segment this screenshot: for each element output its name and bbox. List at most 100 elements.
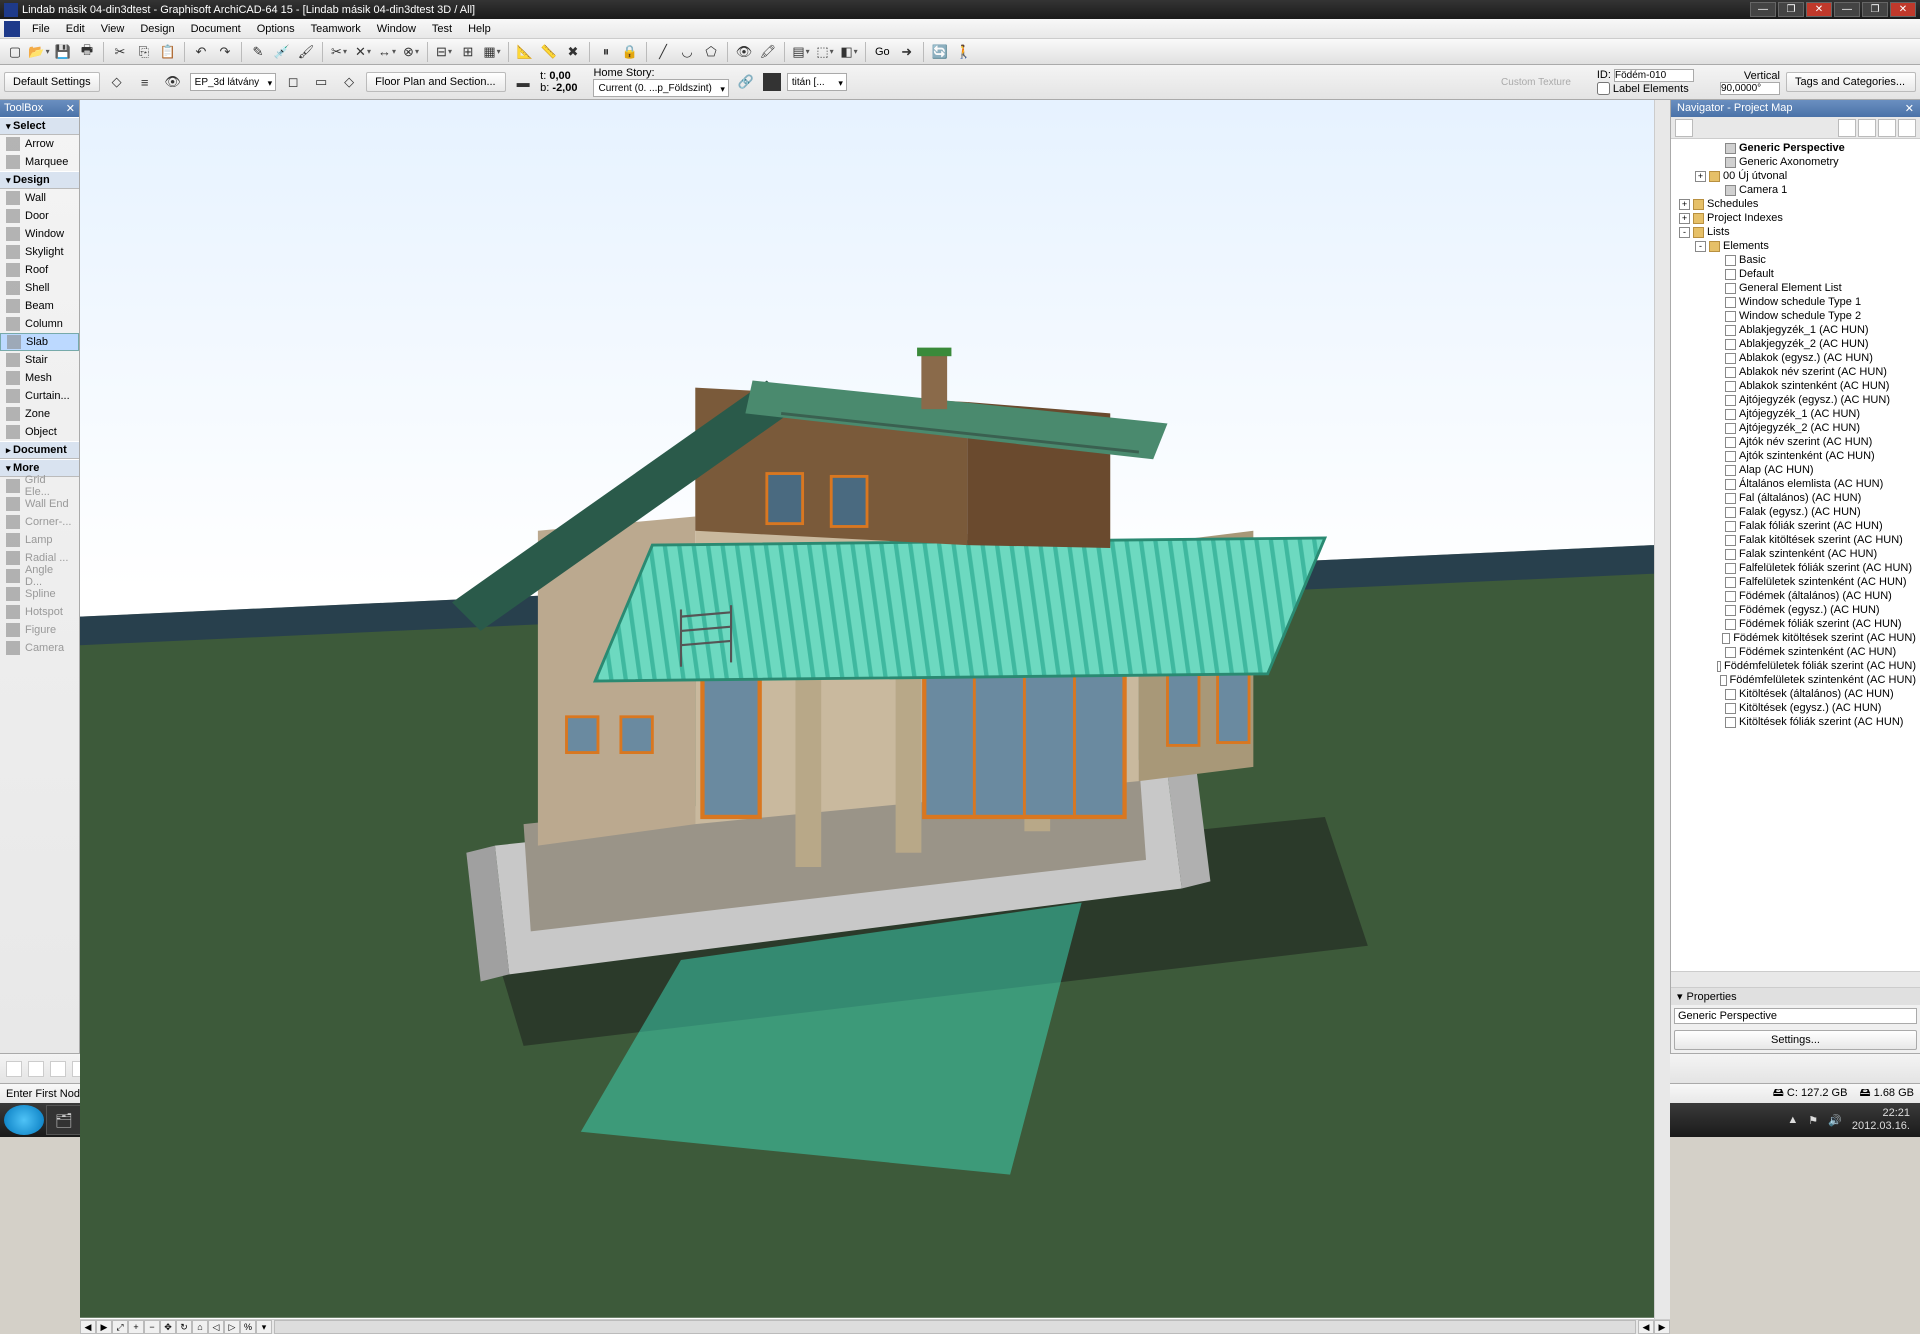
trim-icon[interactable]: ✂▾: [328, 41, 350, 63]
measure-icon[interactable]: 📐: [514, 41, 536, 63]
paint-icon[interactable]: 🖌: [295, 41, 317, 63]
tree-node[interactable]: Ajtók szintenként (AC HUN): [1671, 449, 1920, 463]
tree-node[interactable]: Falak fóliák szerint (AC HUN): [1671, 519, 1920, 533]
nav-prev-icon[interactable]: ◀: [80, 1320, 96, 1334]
horizontal-scrollbar[interactable]: [274, 1320, 1636, 1334]
trace-icon[interactable]: 👁: [733, 41, 755, 63]
toolbox-section-select[interactable]: Select: [0, 117, 79, 135]
tool-marquee[interactable]: Marquee: [0, 153, 79, 171]
tree-node[interactable]: Window schedule Type 2: [1671, 309, 1920, 323]
tree-node[interactable]: Falak kitöltések szerint (AC HUN): [1671, 533, 1920, 547]
tree-node[interactable]: Falfelületek szintenként (AC HUN): [1671, 575, 1920, 589]
tool-slab[interactable]: Slab: [0, 333, 79, 351]
next-zoom-icon[interactable]: ▷: [224, 1320, 240, 1334]
menu-window[interactable]: Window: [369, 21, 424, 37]
geometry-method-icon[interactable]: ◇: [106, 71, 128, 93]
material-swatch-icon[interactable]: [763, 73, 781, 91]
navigator-tree[interactable]: Generic PerspectiveGeneric Axonometry+00…: [1671, 139, 1920, 971]
tool-lamp[interactable]: Lamp: [0, 531, 79, 549]
shape-rect-icon[interactable]: ◻: [282, 71, 304, 93]
restore-button[interactable]: ❐: [1778, 2, 1804, 17]
tool-door[interactable]: Door: [0, 207, 79, 225]
nav-tab-2[interactable]: [1838, 119, 1856, 137]
scroll-left-icon[interactable]: ◀: [1638, 1320, 1654, 1334]
shape-rect2-icon[interactable]: ▭: [310, 71, 332, 93]
tree-node[interactable]: Ablakjegyzék_1 (AC HUN): [1671, 323, 1920, 337]
eyedropper-icon[interactable]: ✎: [247, 41, 269, 63]
3d-canvas[interactable]: [80, 100, 1654, 1319]
prev-zoom-icon[interactable]: ◁: [208, 1320, 224, 1334]
tree-node[interactable]: Födémek (egysz.) (AC HUN): [1671, 603, 1920, 617]
tool-hotspot[interactable]: Hotspot: [0, 603, 79, 621]
tree-node[interactable]: Alap (AC HUN): [1671, 463, 1920, 477]
delete-icon[interactable]: ✖: [562, 41, 584, 63]
tool-roof[interactable]: Roof: [0, 261, 79, 279]
tool-object[interactable]: Object: [0, 423, 79, 441]
tree-node[interactable]: Fal (általános) (AC HUN): [1671, 491, 1920, 505]
tool-camera[interactable]: Camera: [0, 639, 79, 657]
nav-tab-4[interactable]: [1878, 119, 1896, 137]
suspend-icon[interactable]: ⏸: [595, 41, 617, 63]
nav-tab-3[interactable]: [1858, 119, 1876, 137]
distribute-icon[interactable]: ⊞: [457, 41, 479, 63]
tool-mesh[interactable]: Mesh: [0, 369, 79, 387]
tree-node[interactable]: Födémek szintenként (AC HUN): [1671, 645, 1920, 659]
tool-gridele[interactable]: Grid Ele...: [0, 477, 79, 495]
section-icon[interactable]: ◧▾: [838, 41, 860, 63]
angle-input[interactable]: [1720, 82, 1780, 95]
minimize-button[interactable]: —: [1750, 2, 1776, 17]
tree-node[interactable]: +Project Indexes: [1671, 211, 1920, 225]
zoom-fit-icon[interactable]: ⤢: [112, 1320, 128, 1334]
arc-icon[interactable]: ◡: [676, 41, 698, 63]
zoom-in-icon[interactable]: +: [128, 1320, 144, 1334]
tree-node[interactable]: Kitöltések (egysz.) (AC HUN): [1671, 701, 1920, 715]
scroll-right-icon[interactable]: ▶: [1654, 1320, 1670, 1334]
menu-test[interactable]: Test: [424, 21, 460, 37]
tree-node[interactable]: Basic: [1671, 253, 1920, 267]
tree-node[interactable]: Generic Axonometry: [1671, 155, 1920, 169]
vertical-scrollbar[interactable]: [1654, 100, 1670, 1319]
tree-node[interactable]: -Elements: [1671, 239, 1920, 253]
tool-curtain[interactable]: Curtain...: [0, 387, 79, 405]
tree-node[interactable]: Ablakok név szerint (AC HUN): [1671, 365, 1920, 379]
tree-node[interactable]: Ajtójegyzék_1 (AC HUN): [1671, 407, 1920, 421]
tree-node[interactable]: +00 Új útvonal: [1671, 169, 1920, 183]
menu-view[interactable]: View: [93, 21, 133, 37]
menu-options[interactable]: Options: [249, 21, 303, 37]
navigator-header[interactable]: Navigator - Project Map✕: [1671, 100, 1920, 117]
tray-flag-icon[interactable]: ⚑: [1808, 1114, 1818, 1127]
pinned-explorer-icon[interactable]: 🗂: [46, 1105, 82, 1135]
nav-next-icon[interactable]: ▶: [96, 1320, 112, 1334]
navigator-hscroll[interactable]: [1671, 971, 1920, 987]
view-name-dropdown[interactable]: EP_3d látvány: [190, 73, 277, 91]
split-icon[interactable]: ✕▾: [352, 41, 374, 63]
coord-icon-1[interactable]: [6, 1061, 22, 1077]
tool-corner[interactable]: Corner-...: [0, 513, 79, 531]
menu-teamwork[interactable]: Teamwork: [303, 21, 369, 37]
group-icon[interactable]: ▦▾: [481, 41, 503, 63]
tool-figure[interactable]: Figure: [0, 621, 79, 639]
tool-wallend[interactable]: Wall End: [0, 495, 79, 513]
cut-icon[interactable]: ✂: [109, 41, 131, 63]
save-icon[interactable]: 💾: [52, 41, 74, 63]
menu-help[interactable]: Help: [460, 21, 499, 37]
tree-node[interactable]: Általános elemlista (AC HUN): [1671, 477, 1920, 491]
settings-button[interactable]: Settings...: [1674, 1030, 1917, 1050]
tree-node[interactable]: Window schedule Type 1: [1671, 295, 1920, 309]
orbit-icon[interactable]: 🔄: [929, 41, 951, 63]
coord-icon-3[interactable]: [50, 1061, 66, 1077]
start-button[interactable]: [4, 1105, 44, 1135]
tree-node[interactable]: Ablakok szintenként (AC HUN): [1671, 379, 1920, 393]
marker-icon[interactable]: 🖍: [757, 41, 779, 63]
tree-node[interactable]: +Schedules: [1671, 197, 1920, 211]
shape-poly-icon[interactable]: ◇: [338, 71, 360, 93]
eye-icon[interactable]: 👁: [162, 71, 184, 93]
inner-minimize-button[interactable]: —: [1834, 2, 1860, 17]
adjust-icon[interactable]: ↔▾: [376, 41, 398, 63]
syringe-icon[interactable]: 💉: [271, 41, 293, 63]
tree-node[interactable]: Födémfelületek fóliák szerint (AC HUN): [1671, 659, 1920, 673]
tree-node[interactable]: Ajtójegyzék_2 (AC HUN): [1671, 421, 1920, 435]
tree-node[interactable]: Födémek fóliák szerint (AC HUN): [1671, 617, 1920, 631]
tool-wall[interactable]: Wall: [0, 189, 79, 207]
system-tray[interactable]: ▲ ⚑ 🔊 22:21 2012.03.16.: [1787, 1107, 1916, 1133]
